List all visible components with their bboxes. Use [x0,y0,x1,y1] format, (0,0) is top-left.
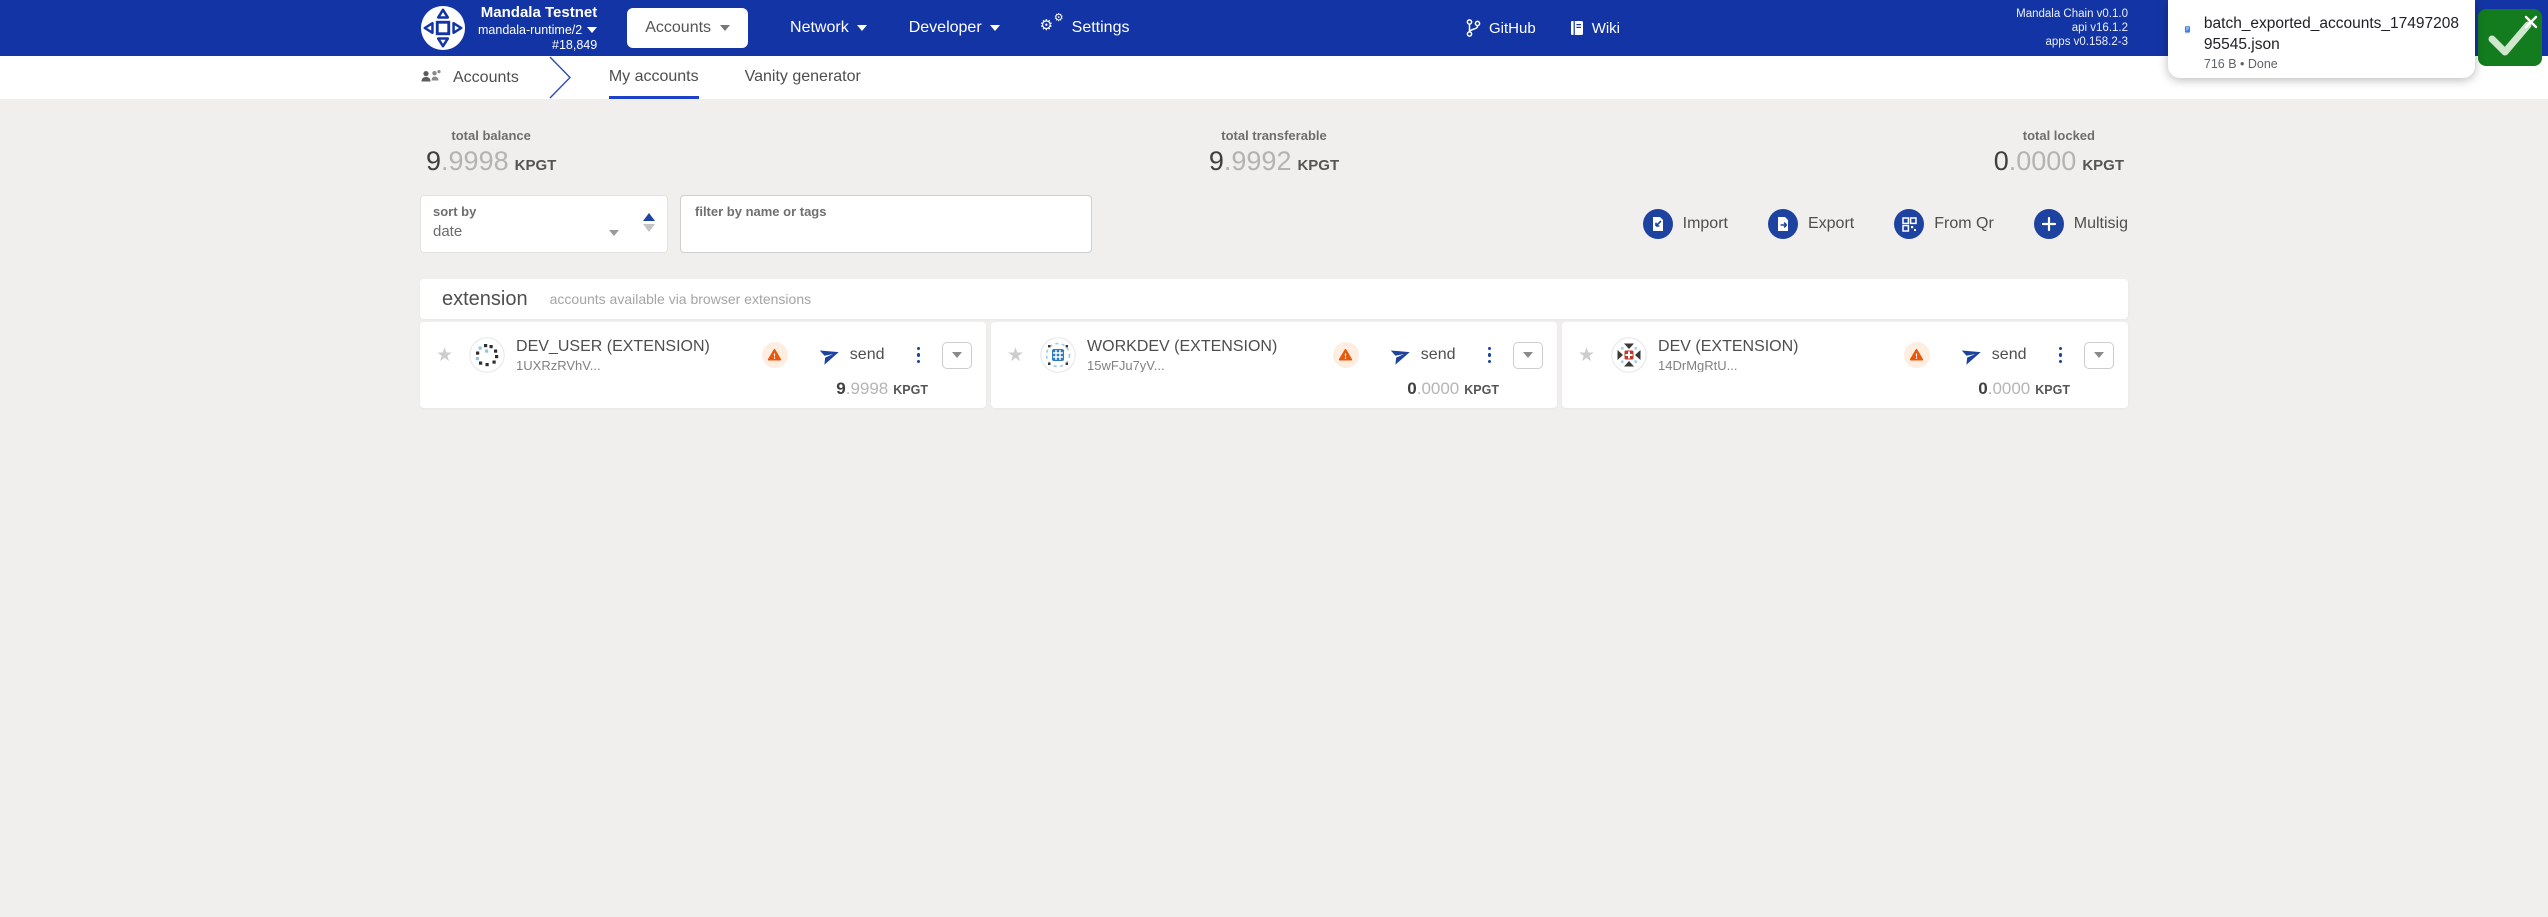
download-notification[interactable]: batch_exported_accounts_17497208 95545.j… [2168,0,2475,78]
chevron-down-icon [587,26,598,33]
from-qr-button[interactable]: From Qr [1894,209,1994,239]
download-filename: batch_exported_accounts_17497208 95545.j… [2203,15,2459,53]
runtime-selector[interactable]: mandala-runtime/2 [478,23,598,37]
total-balance: total balance 9.9998 KPGT [426,128,557,176]
mandala-logo-icon [420,5,466,51]
account-address: 15wFJu7yV... [1087,357,1165,372]
chevron-down-icon [2094,352,2104,358]
download-complete-badge[interactable] [2478,9,2542,66]
download-status: 716 B • Done [2203,57,2278,71]
filter-label: filter by name or tags [695,204,827,219]
warning-triangle-icon [1339,348,1353,361]
nav-menu-settings[interactable]: ⚙ ⚙ Settings [1039,11,1130,37]
git-branch-icon [1466,19,1481,37]
filter-field[interactable]: filter by name or tags [680,195,1092,253]
account-name: DEV (EXTENSION) [1658,338,1799,355]
expand-row-button[interactable] [942,341,972,369]
sort-direction-toggle[interactable] [643,213,655,232]
export-button[interactable]: Export [1767,209,1854,239]
sort-by-label: sort by [433,204,477,219]
warning-triangle-icon [1910,348,1924,361]
account-identicon[interactable] [1611,337,1647,373]
gear-icon: ⚙ ⚙ [1039,11,1064,34]
import-file-icon [1642,209,1673,239]
tab-vanity-generator[interactable]: Vanity generator [745,56,861,99]
chevron-down-icon [856,25,867,31]
top-nav-bar: Mandala Testnet mandala-runtime/2 #18,84… [0,0,2548,56]
chevron-down-icon [952,352,962,358]
apps-version: apps v0.158.2-3 [2045,36,2128,48]
sort-desc-icon [643,224,655,232]
account-card: ★ WORKDEV (EXTENSION) 15wFJu7yV... send … [991,322,1557,408]
account-balance: 0.0000 KPGT [1407,379,1499,398]
account-card: ★ DEV_USER (EXTENSION) 1UXRzRVhV... send… [420,322,986,408]
book-icon [1570,21,1583,35]
multisig-button[interactable]: Multisig [2033,209,2128,239]
chain-info: Mandala Testnet mandala-runtime/2 #18,84… [478,3,598,52]
account-card: ★ DEV (EXTENSION) 14DrMgRtU... send 0.00… [1562,322,2128,408]
send-button[interactable]: send [819,345,885,365]
chevron-down-icon [989,25,1000,31]
expand-row-button[interactable] [1513,341,1543,369]
favorite-star-icon[interactable]: ★ [1578,345,1595,365]
sub-nav-bar: Accounts My accounts Vanity generator [0,56,2548,99]
favorite-star-icon[interactable]: ★ [1007,345,1024,365]
section-title: extension [442,287,528,310]
api-version: api v16.1.2 [2071,22,2128,34]
account-menu-button[interactable] [1484,343,1496,368]
github-link[interactable]: GitHub [1466,19,1536,37]
chevron-down-icon [609,230,619,236]
sort-asc-icon [643,213,655,221]
send-button[interactable]: send [1961,345,2027,365]
total-transferable: total transferable 9.9992 KPGT [1208,128,1340,176]
account-balance: 0.0000 KPGT [1978,379,2070,398]
warning-badge[interactable] [1332,342,1359,368]
account-address: 1UXRzRVhV... [516,357,601,372]
warning-badge[interactable] [1903,342,1930,368]
export-file-icon [1767,209,1798,239]
section-subtitle: accounts available via browser extension… [549,291,812,307]
account-identicon[interactable] [469,337,505,373]
total-locked: total locked 0.0000 KPGT [1993,128,2124,176]
chevron-down-icon [720,25,731,31]
qr-code-icon [1894,209,1925,239]
warning-badge[interactable] [761,342,788,368]
breadcrumb-label: Accounts [453,68,519,86]
favorite-star-icon[interactable]: ★ [436,345,453,365]
filter-input[interactable] [695,222,1077,239]
account-balance: 9.9998 KPGT [836,379,928,398]
wiki-link[interactable]: Wiki [1570,20,1620,37]
chain-version: Mandala Chain v0.1.0 [2016,8,2128,20]
breadcrumb-accounts[interactable]: Accounts [420,56,519,99]
account-name: DEV_USER (EXTENSION) [516,338,710,355]
version-info: Mandala Chain v0.1.0 api v16.1.2 apps v0… [2016,0,2128,56]
users-icon [421,70,441,82]
account-address: 14DrMgRtU... [1658,357,1738,372]
expand-row-button[interactable] [2084,341,2114,369]
tab-my-accounts[interactable]: My accounts [608,56,699,99]
send-icon [819,350,839,365]
nav-menu-developer[interactable]: Developer [909,19,1000,37]
nav-menu-accounts[interactable]: Accounts [627,8,749,48]
extension-section-header: extension accounts available via browser… [420,279,2128,319]
account-menu-button[interactable] [2055,343,2067,368]
nav-menu-network[interactable]: Network [790,19,867,37]
send-icon [1961,350,1981,365]
import-button[interactable]: Import [1642,209,1728,239]
send-button[interactable]: send [1390,345,1456,365]
breadcrumb-chevron-icon [549,56,571,99]
account-menu-button[interactable] [913,343,925,368]
send-icon [1390,350,1410,365]
best-block-number: #18,849 [552,38,598,52]
chevron-down-icon [1523,352,1533,358]
account-name: WORKDEV (EXTENSION) [1087,338,1278,355]
account-identicon[interactable] [1040,337,1076,373]
plus-icon [2033,209,2064,239]
sort-by-value[interactable]: date [433,223,655,240]
chain-name: Mandala Testnet [480,3,598,21]
warning-triangle-icon [768,348,782,361]
json-file-icon [2184,26,2190,34]
sort-by-dropdown[interactable]: sort by date [420,195,668,253]
balance-summary: total balance 9.9998 KPGT total transfera… [420,128,2128,182]
